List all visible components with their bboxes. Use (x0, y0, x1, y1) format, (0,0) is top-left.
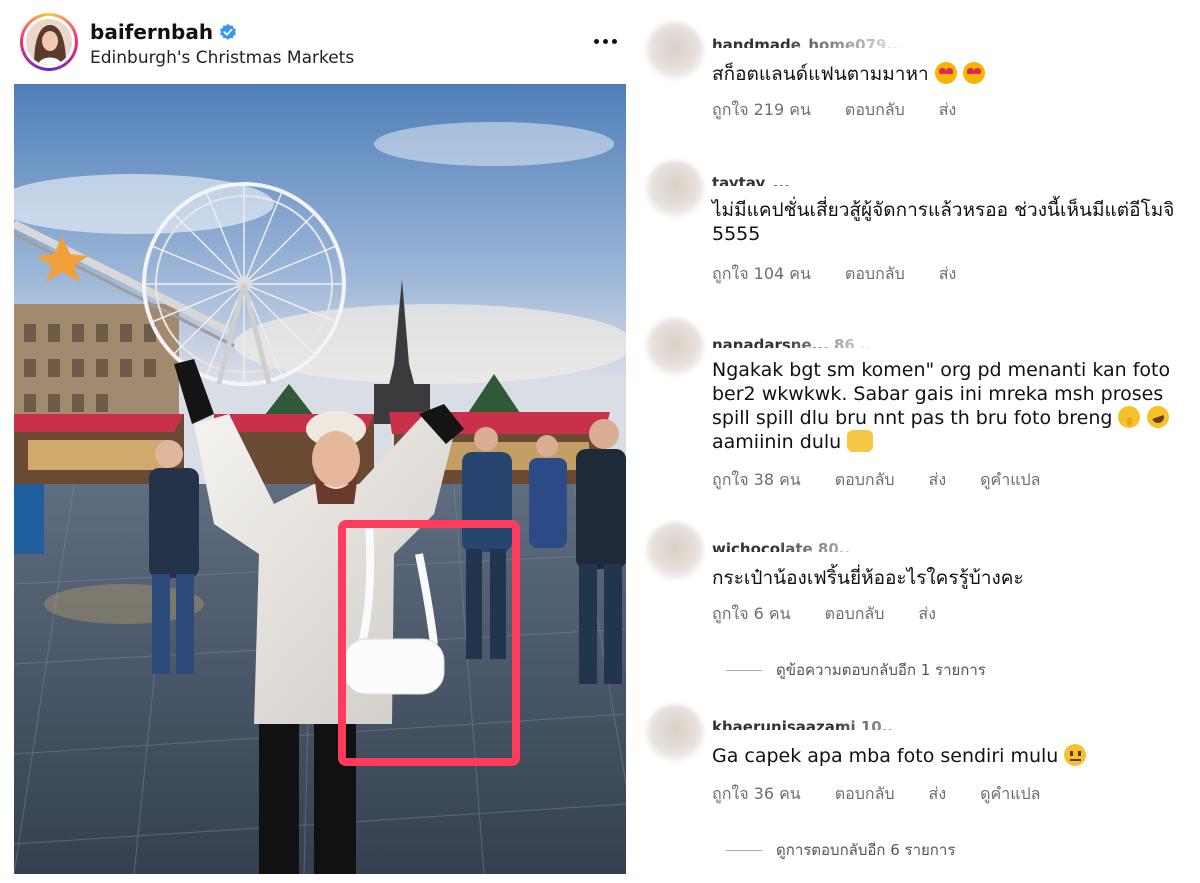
dot-icon (593, 38, 599, 44)
reply-divider (726, 669, 762, 671)
commenter-avatar[interactable] (646, 522, 704, 580)
post-location[interactable]: Edinburgh's Christmas Markets (90, 48, 354, 68)
reply-link[interactable]: ตอบกลับ (845, 98, 905, 123)
heart-eyes-emoji-icon (962, 62, 985, 84)
send-link[interactable]: ส่ง (929, 468, 947, 493)
shushing-face-emoji-icon (1118, 406, 1141, 428)
translate-link[interactable]: ดูคำแปล (980, 782, 1040, 807)
like-count[interactable]: ถูกใจ 6 คน (712, 602, 791, 627)
send-link[interactable]: ส่ง (939, 262, 957, 287)
send-link[interactable]: ส่ง (929, 782, 947, 807)
post-header: baifernbah Edinburgh's Christmas Markets (0, 0, 640, 84)
comment-body: Ngakak bgt sm komen" org pd menanti kan … (712, 359, 1171, 429)
commenter-avatar[interactable] (646, 22, 704, 80)
profile-avatar[interactable] (20, 13, 78, 71)
comment-body-tail: aamiinin dulu (712, 431, 842, 453)
reply-link[interactable]: ตอบกลับ (825, 602, 885, 627)
post-photo[interactable] (14, 84, 626, 874)
view-replies-button[interactable]: ดูข้อความตอบกลับอีก 1 รายการ (726, 658, 986, 682)
reply-divider (726, 849, 762, 851)
comment-meta: ถูกใจ 36 คน ตอบกลับ ส่ง ดูคำแปล (712, 782, 1040, 807)
comment-meta: ถูกใจ 219 คน ตอบกลับ ส่ง (712, 98, 956, 123)
like-count[interactable]: ถูกใจ 36 คน (712, 782, 801, 807)
send-link[interactable]: ส่ง (918, 602, 936, 627)
more-options-button[interactable] (588, 28, 622, 54)
dot-icon (602, 38, 608, 44)
comment-body: ไม่มีแคปชั่นเสี่ยวสู้ผู้จัดการแล้วหรออ ช… (712, 199, 1175, 245)
praising-hands-emoji-icon (847, 430, 874, 452)
translate-link[interactable]: ดูคำแปล (980, 468, 1040, 493)
commenter-avatar[interactable] (646, 160, 704, 218)
view-replies-label: ดูข้อความตอบกลับอีก 1 รายการ (776, 661, 986, 679)
reply-link[interactable]: ตอบกลับ (835, 468, 895, 493)
username-row: baifernbah (90, 20, 237, 44)
comment-meta: ถูกใจ 104 คน ตอบกลับ ส่ง (712, 262, 956, 287)
comment: taytay_... ไม่มีแคปชั่นเสี่ยวสู้ผู้จัดกา… (640, 150, 1200, 290)
comment-meta: ถูกใจ 38 คน ตอบกลับ ส่ง ดูคำแปล (712, 468, 1040, 493)
username-blur (780, 534, 1010, 556)
view-replies-label: ดูการตอบกลับอีก 6 รายการ (776, 841, 956, 859)
like-count[interactable]: ถูกใจ 219 คน (712, 98, 811, 123)
username-blur (790, 330, 990, 352)
comment-text: สก็อตแลนด์แฟนตามมาหา (712, 62, 1182, 86)
username-blur (790, 30, 1050, 52)
avatar-border (23, 16, 75, 68)
view-replies-button[interactable]: ดูการตอบกลับอีก 6 รายการ (726, 838, 955, 862)
reply-link[interactable]: ตอบกลับ (845, 262, 905, 287)
username-blur (840, 712, 1070, 734)
comment-body: กระเป๋าน้องเฟริ้นยี่ห้ออะไรใครรู้บ้างคะ (712, 567, 1024, 589)
username-blur (770, 168, 1100, 190)
ferris-wheel (142, 182, 346, 386)
like-count[interactable]: ถูกใจ 38 คน (712, 468, 801, 493)
comment: khaerunisaazami 10.. Ga capek apa mba fo… (640, 696, 1200, 876)
comments-panel: handmade_home079... สก็อตแลนด์แฟนตามมาหา… (640, 0, 1200, 883)
comment-body: Ga capek apa mba foto sendiri mulu (712, 745, 1059, 767)
neutral-face-emoji-icon (1064, 744, 1087, 766)
avatar-image (26, 19, 72, 65)
comment: wichocolate 80.. กระเป๋าน้องเฟริ้นยี่ห้อ… (640, 516, 1200, 686)
instagram-post: baifernbah Edinburgh's Christmas Markets (0, 0, 640, 883)
reply-link[interactable]: ตอบกลับ (835, 782, 895, 807)
send-link[interactable]: ส่ง (939, 98, 957, 123)
comment-text: Ngakak bgt sm komen" org pd menanti kan … (712, 358, 1182, 454)
comment-body: สก็อตแลนด์แฟนตามมาหา (712, 63, 929, 85)
verified-badge-icon (220, 23, 237, 40)
comment: nanadarsne... 86 .. Ngakak bgt sm komen"… (640, 312, 1200, 502)
comment-text: Ga capek apa mba foto sendiri mulu (712, 744, 1182, 768)
dot-icon (611, 38, 617, 44)
heart-eyes-emoji-icon (934, 62, 957, 84)
post-username[interactable]: baifernbah (90, 20, 213, 44)
comment-meta: ถูกใจ 6 คน ตอบกลับ ส่ง (712, 602, 936, 627)
commenter-avatar[interactable] (646, 704, 704, 762)
like-count[interactable]: ถูกใจ 104 คน (712, 262, 811, 287)
commenter-avatar[interactable] (646, 318, 704, 376)
rofl-emoji-icon (1143, 402, 1172, 432)
comment: handmade_home079... สก็อตแลนด์แฟนตามมาหา… (640, 0, 1200, 130)
